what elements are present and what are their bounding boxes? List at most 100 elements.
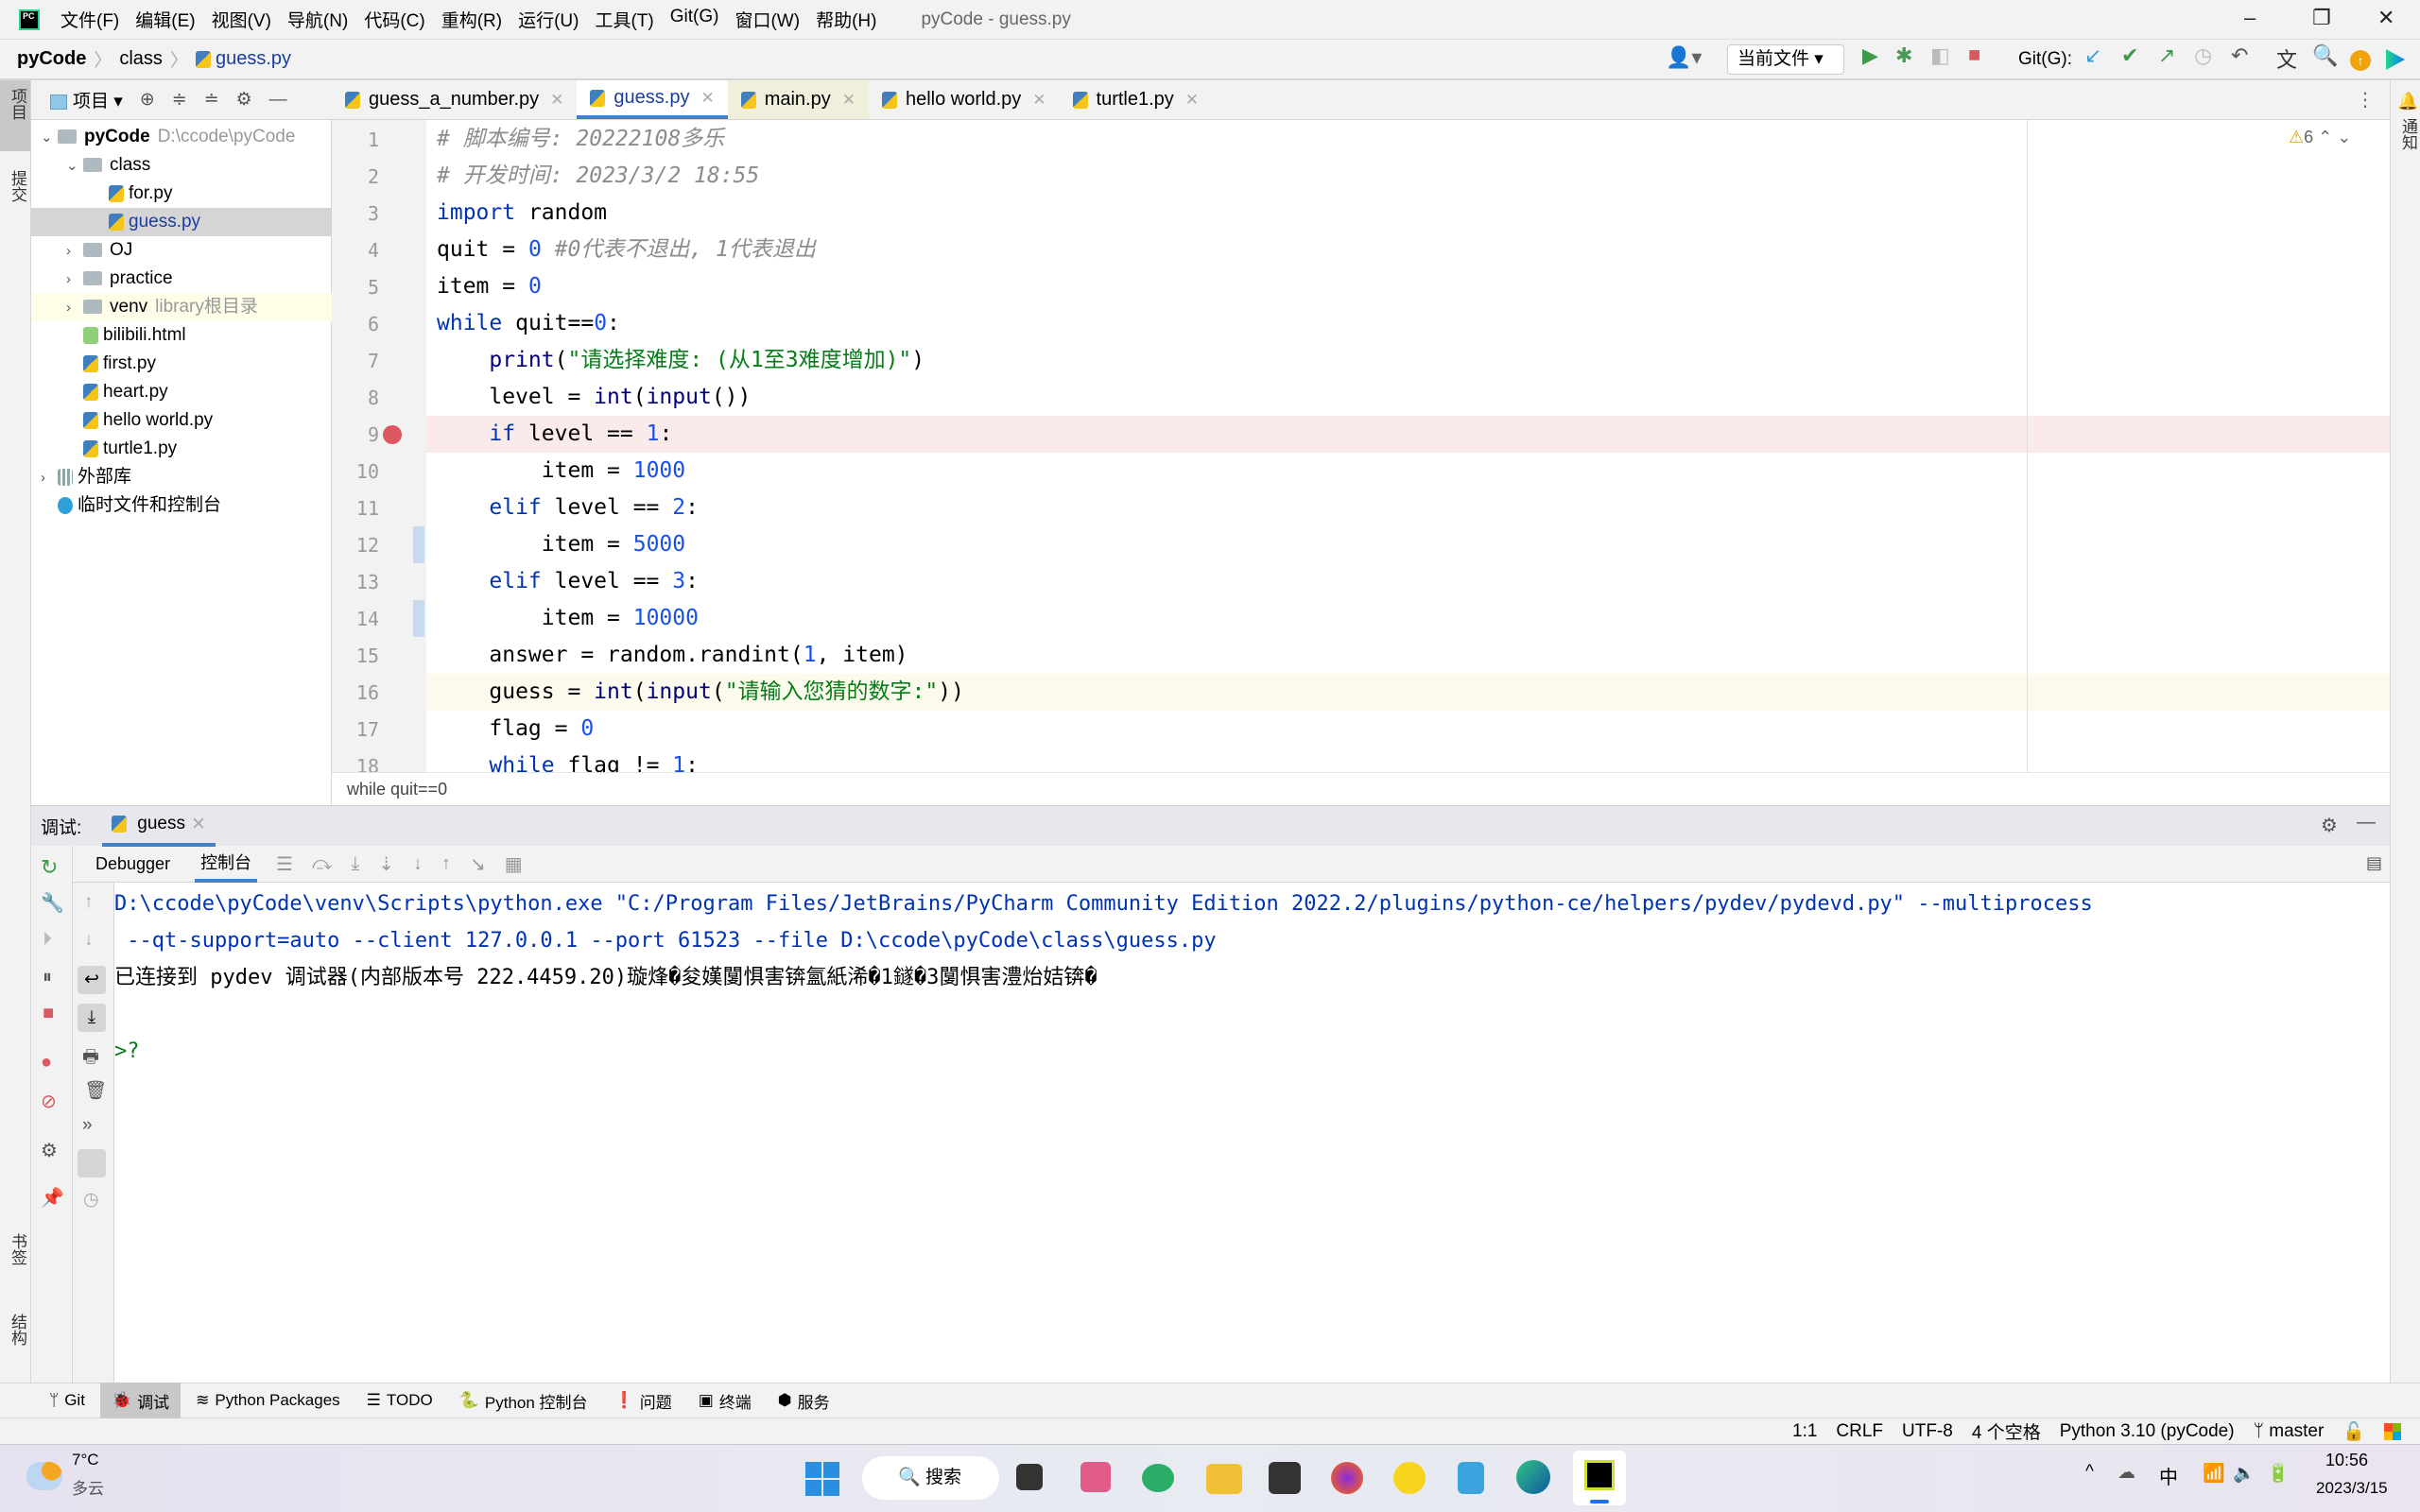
snipping-tool-icon[interactable] <box>1080 1462 1111 1492</box>
bottom-tool-button[interactable]: 🐞 调试 <box>99 1383 182 1418</box>
tree-item[interactable]: 临时文件和控制台 <box>31 491 332 520</box>
stop-debug-icon[interactable]: ■ <box>43 1003 54 1024</box>
code-with-me-icon[interactable] <box>2386 49 2405 70</box>
code-line[interactable]: while flag != 1: <box>437 747 699 772</box>
tree-item[interactable]: › 外部库 <box>31 463 332 491</box>
unity-icon[interactable] <box>1269 1462 1301 1494</box>
line-number[interactable]: 5 <box>332 276 379 299</box>
git-history-icon[interactable]: ◷ <box>2194 43 2212 68</box>
line-number[interactable]: 16 <box>332 681 379 704</box>
line-number[interactable]: 17 <box>332 718 379 741</box>
translate-icon[interactable]: 文 <box>2276 43 2297 74</box>
tree-item[interactable]: for.py <box>31 180 332 208</box>
account-icon[interactable]: 👤▾ <box>1666 45 1702 70</box>
weather-desc[interactable]: 多云 <box>72 1475 104 1499</box>
menu-item[interactable]: 视图(V) <box>212 7 271 32</box>
run-icon[interactable]: ▶ <box>1862 43 1878 68</box>
tree-item[interactable]: ⌄ pyCode D:\ccode\pyCode <box>31 123 332 151</box>
editor-tab[interactable]: guess_a_number.py ✕ <box>332 80 577 119</box>
menu-item[interactable]: 代码(C) <box>364 7 424 32</box>
code-editor[interactable]: 1 2 3 4 5 6 7 8 9 10 11 12 13 14 15 16 17 18 ⚠6 ⌃ ⌄ # 脚本编… <box>332 120 2390 772</box>
line-number[interactable]: 13 <box>332 571 379 593</box>
line-number[interactable]: 4 <box>332 239 379 262</box>
code-line[interactable]: guess = int(input("请输入您猜的数字:")) <box>437 674 964 711</box>
editor-breadcrumb[interactable]: while quit==0 <box>332 772 2390 805</box>
line-number[interactable]: 2 <box>332 165 379 188</box>
notifications-bell-icon[interactable]: 🔔 <box>2397 92 2418 112</box>
mute-breakpoints-icon[interactable]: ⊘ <box>41 1090 57 1113</box>
tree-item[interactable]: › practice <box>31 265 332 293</box>
close-tab-icon[interactable]: ✕ <box>700 89 714 108</box>
weather-icon[interactable] <box>26 1462 62 1490</box>
print-icon[interactable]: 🖶 <box>82 1043 99 1074</box>
firefox-icon[interactable] <box>1331 1462 1363 1494</box>
code-line[interactable]: while quit==0: <box>437 305 620 342</box>
onedrive-icon[interactable]: ☁ <box>2118 1462 2135 1484</box>
console-tab[interactable]: 控制台 <box>195 846 258 883</box>
menu-item[interactable]: Git(G) <box>670 7 719 32</box>
breakpoint-icon[interactable] <box>383 425 402 444</box>
close-tab-icon[interactable]: ✕ <box>1185 91 1199 110</box>
code-line[interactable]: elif level == 3: <box>437 563 699 600</box>
tree-item[interactable]: turtle1.py <box>31 435 332 463</box>
bottom-tool-button[interactable]: ▣ 终端 <box>687 1383 763 1418</box>
menu-item[interactable]: 文件(F) <box>60 7 119 32</box>
line-separator-widget[interactable]: CRLF <box>1836 1421 1883 1442</box>
qq-music-icon[interactable] <box>1393 1462 1426 1494</box>
structure-tool-button[interactable]: 结构 <box>6 1314 29 1346</box>
python-console-icon[interactable] <box>78 1149 106 1177</box>
menu-item[interactable]: 运行(U) <box>518 7 579 32</box>
step-into-my-code-icon[interactable]: ⇣ <box>378 852 394 876</box>
breadcrumb-project[interactable]: pyCode <box>17 48 86 70</box>
code-line[interactable]: level = int(input()) <box>437 379 751 416</box>
code-line[interactable]: print("请选择难度: (从1至3难度增加)") <box>437 342 925 379</box>
evaluate-expression-icon[interactable]: ▦ <box>505 852 523 876</box>
battery-icon[interactable]: 🔋 <box>2267 1462 2290 1485</box>
tree-item[interactable]: hello world.py <box>31 406 332 435</box>
editor-tab[interactable]: hello world.py ✕ <box>869 80 1060 119</box>
code-line[interactable]: flag = 0 <box>437 711 594 747</box>
commit-tool-button[interactable]: 提交 <box>6 170 29 202</box>
search-icon[interactable]: 🔍 <box>2312 43 2338 68</box>
pycharm-taskbar-button[interactable] <box>1573 1451 1626 1505</box>
line-number[interactable]: 7 <box>332 350 379 372</box>
restore-button[interactable]: ❐ <box>2312 6 2331 30</box>
hide-debug-icon[interactable]: — <box>2357 812 2376 833</box>
close-session-icon[interactable]: ✕ <box>191 814 206 835</box>
rerun-icon[interactable]: ↻ <box>41 855 58 880</box>
step-out-icon[interactable]: ↑ <box>441 853 451 875</box>
menu-item[interactable]: 导航(N) <box>287 7 348 32</box>
soft-wrap-icon[interactable]: ↩ <box>78 966 106 994</box>
debugger-tab[interactable]: Debugger <box>90 846 176 883</box>
code-line[interactable]: item = 0 <box>437 268 542 305</box>
line-number[interactable]: 10 <box>332 460 379 483</box>
stop-icon[interactable]: ■ <box>1968 43 1980 67</box>
breadcrumb-folder[interactable]: class <box>119 48 163 70</box>
chevron-icon[interactable]: › <box>66 237 83 266</box>
git-update-icon[interactable]: ↙ <box>2084 43 2101 68</box>
view-breakpoints-icon[interactable]: ● <box>41 1052 52 1074</box>
chevron-icon[interactable]: › <box>66 266 83 294</box>
menu-item[interactable]: 工具(T) <box>595 7 653 32</box>
scroll-to-end-icon[interactable]: ⤓ <box>78 1004 106 1032</box>
wifi-icon[interactable]: 📶 <box>2203 1462 2225 1485</box>
debug-icon[interactable]: ✱ <box>1895 43 1912 68</box>
notepad-icon[interactable] <box>1458 1462 1484 1494</box>
code-line[interactable]: answer = random.randint(1, item) <box>437 637 908 674</box>
bottom-tool-button[interactable]: ᛘ Git <box>38 1383 96 1418</box>
debug-settings-side-icon[interactable]: ⚙ <box>41 1139 58 1162</box>
close-tab-icon[interactable]: ✕ <box>842 91 856 110</box>
chevron-icon[interactable]: ⌄ <box>41 124 58 152</box>
editor-tab[interactable]: turtle1.py ✕ <box>1060 80 1213 119</box>
project-view-dropdown[interactable]: 项目 ▾ <box>50 87 123 112</box>
code-line[interactable]: import random <box>437 195 607 232</box>
more-tabs-icon[interactable]: ⋮ <box>2356 88 2375 112</box>
bottom-tool-button[interactable]: ❗ 问题 <box>603 1383 683 1418</box>
bookmarks-tool-button[interactable]: 书签 <box>6 1233 29 1265</box>
coverage-icon[interactable]: ◧ <box>1930 43 1950 68</box>
bottom-tool-button[interactable]: ≋ Python Packages <box>184 1383 352 1418</box>
line-number[interactable]: 9 <box>332 423 379 446</box>
volume-icon[interactable]: 🔈 <box>2233 1462 2256 1485</box>
taskbar-search[interactable]: 🔍 搜索 <box>862 1456 999 1500</box>
indent-widget[interactable]: 4 个空格 <box>1972 1418 2041 1444</box>
